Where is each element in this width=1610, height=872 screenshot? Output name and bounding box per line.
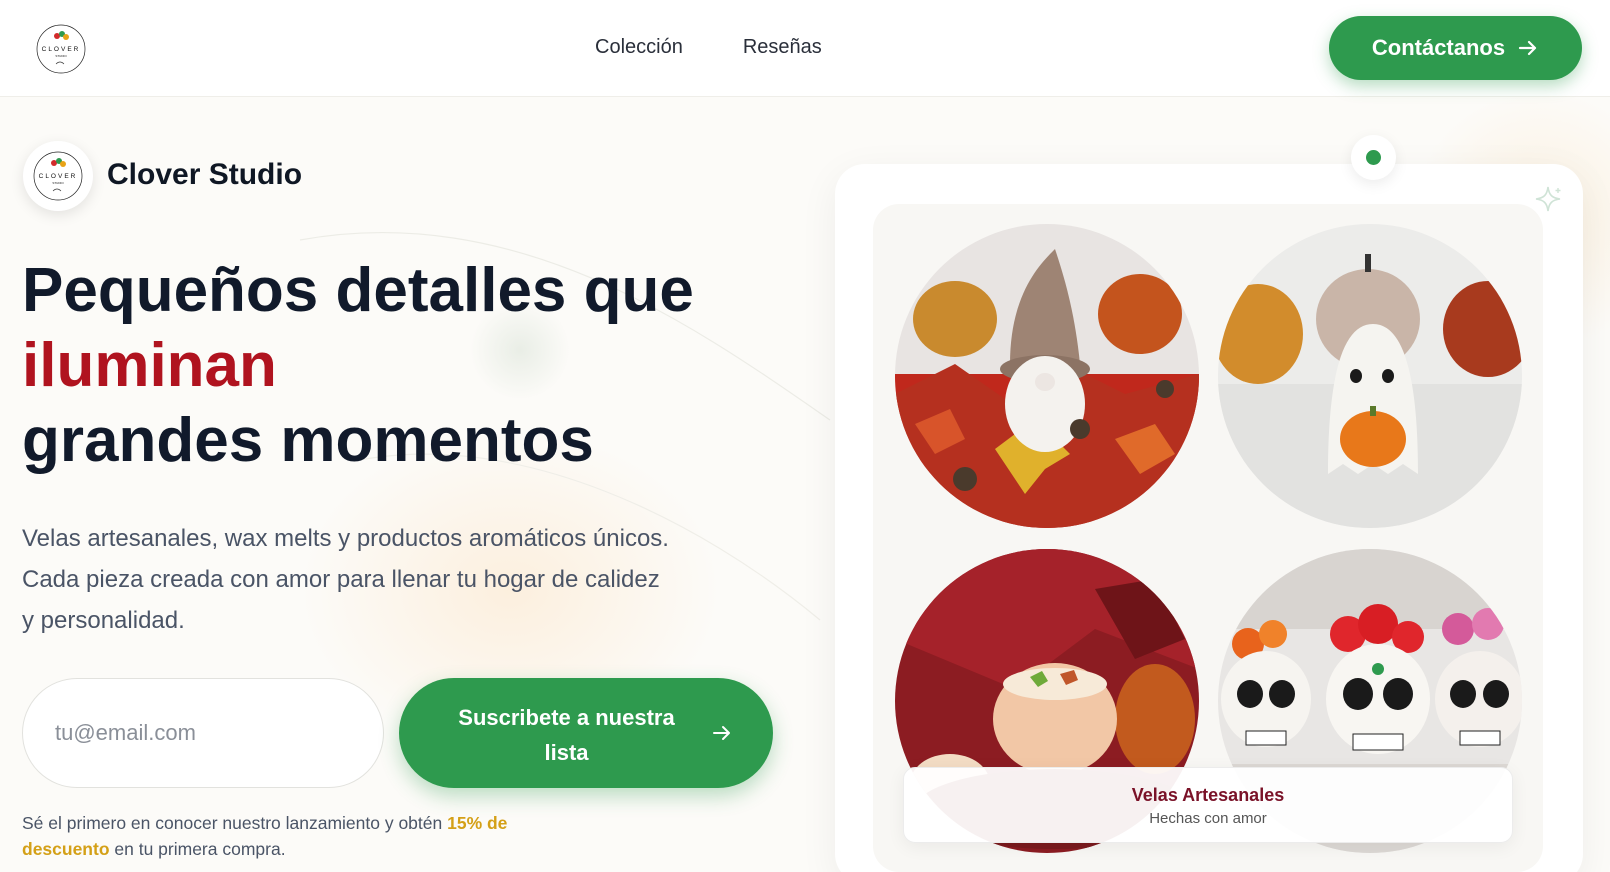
brand-name: Clover Studio (107, 158, 303, 191)
hero-title-line: Pequeños detalles que (22, 256, 694, 325)
discount-disclaimer: Sé el primero en conocer nuestro lanzami… (22, 810, 582, 862)
disclaimer-text: en tu primera compra. (109, 839, 286, 859)
caption-title: Velas Artesanales (1131, 785, 1285, 805)
logo[interactable]: CLOVER STUDIO (34, 22, 88, 76)
nav-link-resenas[interactable]: Reseñas (743, 36, 822, 59)
subscribe-button[interactable]: Suscribete a nuestra lista (399, 678, 773, 788)
contact-button-label: Contáctanos (1371, 35, 1506, 60)
nav-link-coleccion[interactable]: Colección (595, 36, 683, 59)
svg-text:CLOVER: CLOVER (39, 173, 78, 180)
arrow-right-icon (1519, 40, 1537, 56)
ghost-candle-photo[interactable] (1218, 224, 1522, 528)
disclaimer-text: Sé el primero en conocer nuestro lanzami… (22, 813, 448, 833)
subscribe-button-label: Suscribete a nuestra lista (458, 705, 675, 765)
top-nav: CLOVER STUDIO Colección Reseñas Contácta… (0, 0, 1610, 97)
caption-subtitle: Hechas con amor (1149, 810, 1267, 827)
arrow-right-icon (713, 726, 730, 740)
sparkle-icon (1535, 186, 1561, 212)
gnome-candle-image (895, 224, 1199, 528)
hero-title-accent: iluminan (22, 331, 277, 400)
status-dot (1366, 150, 1381, 165)
svg-text:STUDIO: STUDIO (55, 54, 67, 58)
gallery-caption: Velas Artesanales Hechas con amor (903, 767, 1513, 843)
status-indicator (1351, 135, 1396, 180)
skull-middle (1326, 604, 1430, 754)
svg-text:STUDIO: STUDIO (52, 181, 64, 185)
clover-logo-icon: CLOVER STUDIO (36, 24, 86, 74)
svg-text:CLOVER: CLOVER (42, 46, 81, 53)
hero-title-line: grandes momentos (22, 406, 594, 475)
email-input[interactable] (22, 678, 384, 788)
hero-description: Velas artesanales, wax melts y productos… (22, 525, 669, 634)
hero-title: Pequeños detalles que iluminan grandes m… (22, 253, 782, 478)
ghost-candle-image (1218, 224, 1522, 528)
contact-button[interactable]: Contáctanos (1329, 16, 1582, 80)
gnome-candle-photo[interactable] (895, 224, 1199, 528)
brand-logo-badge: CLOVER STUDIO (23, 141, 93, 211)
nav-links: Colección Reseñas (595, 36, 822, 59)
clover-logo-icon: CLOVER STUDIO (33, 151, 83, 201)
